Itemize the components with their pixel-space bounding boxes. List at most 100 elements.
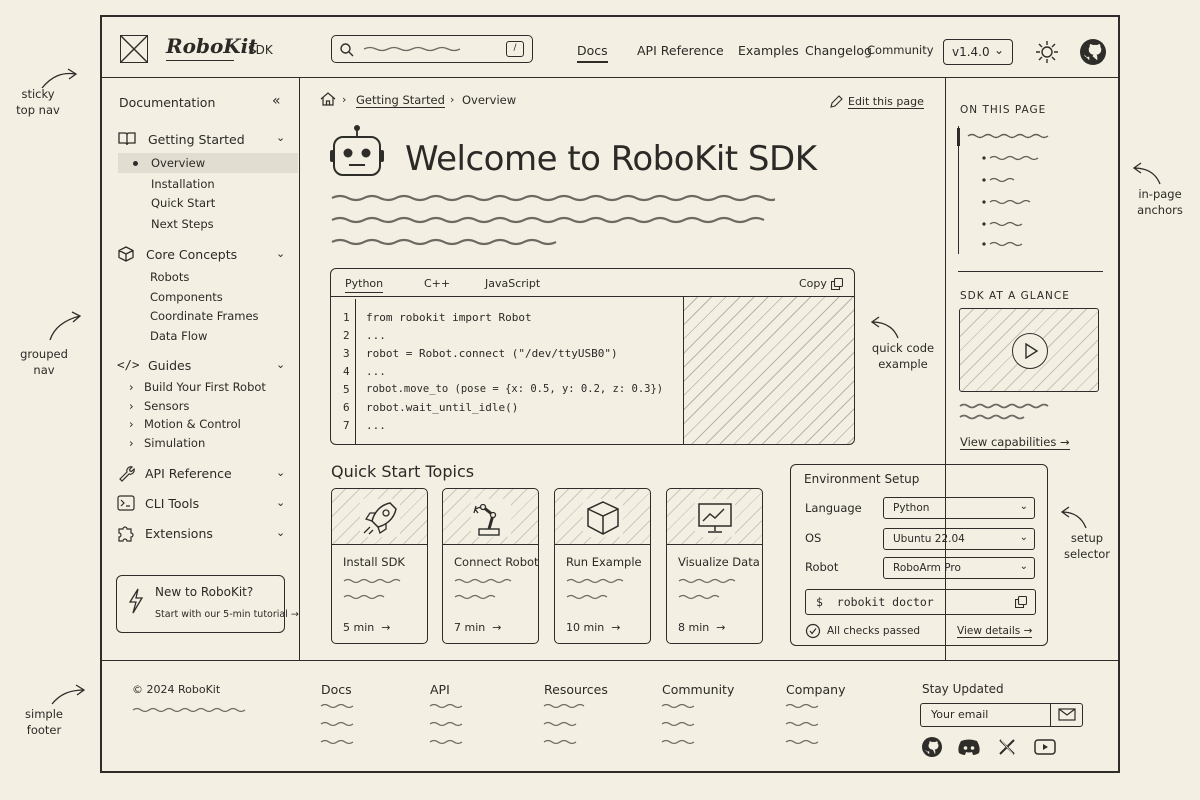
chevron-down-icon[interactable]: ⌄ [276, 466, 285, 479]
sidebar-section-guides[interactable]: Guides [148, 358, 191, 373]
sdk-video-thumbnail[interactable] [959, 308, 1099, 392]
email-input[interactable]: Your email [920, 703, 1083, 727]
sidebar-item-components[interactable]: Components [150, 290, 223, 304]
card-title: Visualize Data [678, 555, 760, 569]
quick-start-card-visualize[interactable]: Visualize Data 8 min → [666, 488, 763, 644]
card-description-placeholder [454, 578, 512, 600]
nav-community[interactable]: Community [867, 43, 934, 57]
book-icon [118, 132, 136, 146]
toc-active-marker [957, 128, 960, 146]
youtube-icon[interactable] [1034, 738, 1056, 756]
code-tabs [331, 269, 854, 297]
robot-value: RoboArm Pro [893, 562, 961, 574]
sidebar-item-quick-start[interactable]: Quick Start [151, 196, 215, 210]
card-time: 7 min → [454, 621, 502, 634]
footer-col-resources: Resources [544, 682, 608, 697]
code-line: ... [366, 329, 386, 342]
copy-icon[interactable] [1015, 596, 1027, 608]
quick-start-card-connect[interactable]: Connect Robot 7 min → [442, 488, 539, 644]
tab-cpp[interactable]: C++ [424, 277, 450, 290]
brand-name[interactable]: RoboKit [166, 34, 258, 58]
command-field[interactable]: $ robokit doctor [805, 589, 1036, 615]
sidebar-section-cli-tools[interactable]: CLI Tools [145, 496, 199, 511]
play-icon[interactable] [1012, 333, 1048, 369]
robot-select[interactable]: RoboArm Pro ⌄ [883, 557, 1035, 579]
sidebar-item-coordinate-frames[interactable]: Coordinate Frames [150, 309, 259, 323]
newsletter-title: Stay Updated [922, 682, 1004, 696]
sidebar-item-simulation[interactable]: Simulation [144, 436, 205, 450]
tab-python[interactable]: Python [345, 277, 384, 293]
sidebar-section-extensions[interactable]: Extensions [145, 526, 213, 541]
quick-start-card-run[interactable]: Run Example 10 min → [554, 488, 651, 644]
footer-divider [100, 660, 1120, 661]
chevron-down-icon: ⌄ [1019, 532, 1028, 543]
tab-javascript[interactable]: JavaScript [485, 277, 540, 290]
x-twitter-icon[interactable] [998, 738, 1016, 756]
collapse-sidebar-icon[interactable]: « [272, 93, 281, 109]
search-input[interactable]: / [331, 35, 533, 63]
sidebar-item-robots[interactable]: Robots [150, 270, 189, 284]
copy-button[interactable]: Copy [799, 277, 827, 290]
sidebar-item-build-robot[interactable]: Build Your First Robot [144, 380, 266, 394]
chevron-right-icon: › [129, 417, 134, 431]
annotation-arrow [51, 684, 86, 705]
view-details-link[interactable]: View details → [957, 625, 1033, 638]
chevron-down-icon[interactable]: ⌄ [276, 496, 285, 509]
os-value: Ubuntu 22.04 [893, 533, 965, 545]
chevron-down-icon[interactable]: ⌄ [276, 247, 285, 260]
chevron-down-icon[interactable]: ⌄ [276, 358, 285, 371]
sidebar-item-installation[interactable]: Installation [151, 177, 215, 191]
nav-changelog[interactable]: Changelog [805, 43, 872, 58]
copy-icon[interactable] [831, 278, 843, 290]
toc-links-placeholder[interactable] [964, 130, 1064, 252]
line-number: 1 [343, 311, 350, 324]
github-icon[interactable] [921, 736, 943, 758]
subscribe-button[interactable] [1050, 704, 1082, 726]
footer-text-placeholder [132, 707, 246, 713]
breadcrumb-overview: Overview [462, 93, 517, 107]
github-icon[interactable] [1079, 38, 1107, 66]
brand-underline [166, 60, 234, 61]
chevron-down-icon: ⌄ [1019, 501, 1028, 512]
sidebar-item-next-steps[interactable]: Next Steps [151, 217, 214, 231]
pencil-icon [830, 95, 843, 108]
new-user-promo[interactable]: New to RoboKit? Start with our 5-min tut… [116, 575, 299, 633]
promo-subtitle[interactable]: Start with our 5-min tutorial → [155, 609, 299, 620]
sidebar-item-sensors[interactable]: Sensors [144, 399, 189, 413]
discord-icon[interactable] [957, 738, 981, 756]
footer-col-docs: Docs [321, 682, 352, 697]
sidebar-item-overview[interactable]: Overview [151, 156, 205, 170]
sidebar-item-motion-control[interactable]: Motion & Control [144, 417, 241, 431]
annotation-arrow [49, 311, 82, 341]
nav-docs[interactable]: Docs [577, 43, 608, 63]
sidebar-item-data-flow[interactable]: Data Flow [150, 329, 207, 343]
nav-examples[interactable]: Examples [738, 43, 799, 58]
footer-links-placeholder[interactable] [320, 702, 880, 750]
language-select[interactable]: Python ⌄ [883, 497, 1035, 519]
edit-page-link[interactable]: Edit this page [848, 95, 924, 109]
breadcrumb-getting-started[interactable]: Getting Started [356, 93, 445, 108]
annotation-simple-footer: simple footer [25, 707, 63, 737]
nav-api-reference[interactable]: API Reference [637, 43, 724, 58]
checks-status: All checks passed [827, 625, 921, 637]
version-select[interactable]: v1.4.0 ⌄ [943, 39, 1013, 65]
sidebar-section-getting-started[interactable]: Getting Started [148, 132, 245, 147]
chevron-down-icon[interactable]: ⌄ [276, 131, 285, 144]
chevron-right-icon: › [129, 399, 134, 413]
card-title: Install SDK [343, 555, 405, 569]
footer-col-api: API [430, 682, 450, 697]
os-select[interactable]: Ubuntu 22.04 ⌄ [883, 528, 1035, 550]
quick-start-card-install[interactable]: Install SDK 5 min → [331, 488, 428, 644]
code-icon: </> [117, 357, 140, 372]
code-line: robot = Robot.connect ("/dev/ttyUSB0") [366, 347, 618, 360]
home-icon[interactable] [320, 92, 336, 106]
cube-icon [118, 246, 134, 262]
chevron-down-icon[interactable]: ⌄ [276, 526, 285, 539]
sidebar-section-api-reference[interactable]: API Reference [145, 466, 232, 481]
env-label-os: OS [805, 531, 822, 545]
view-capabilities-link[interactable]: View capabilities → [960, 435, 1070, 450]
sun-icon[interactable] [1034, 39, 1060, 65]
sidebar-section-core-concepts[interactable]: Core Concepts [146, 247, 237, 262]
chevron-down-icon: ⌄ [1019, 561, 1028, 572]
logo-icon[interactable] [120, 35, 148, 63]
